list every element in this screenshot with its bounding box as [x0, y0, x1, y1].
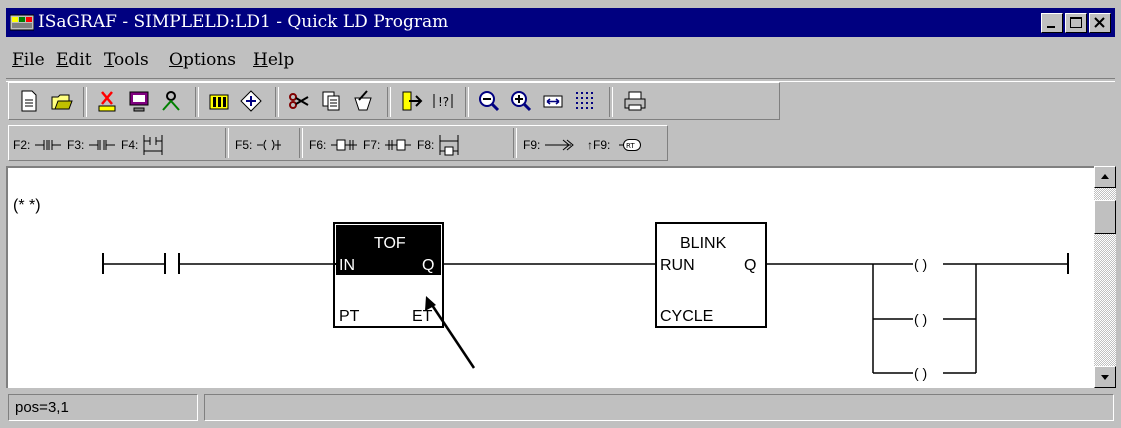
- copy-icon[interactable]: [317, 88, 345, 114]
- f2-contact-button[interactable]: F2:: [13, 129, 67, 157]
- close-icon: [1094, 17, 1105, 28]
- cut-icon[interactable]: [285, 88, 313, 114]
- contact-left-icon: [35, 140, 61, 150]
- block-left-icon: [331, 139, 357, 151]
- close-button[interactable]: [1089, 13, 1111, 33]
- new-document-icon[interactable]: [15, 88, 43, 114]
- f3-contact-button[interactable]: F3:: [67, 129, 121, 157]
- return-icon: RT: [619, 139, 641, 151]
- parallel-contact-icon: [143, 135, 163, 155]
- scroll-down-button[interactable]: [1094, 366, 1116, 388]
- blink-run-pin: RUN: [660, 257, 695, 274]
- svg-text:RT: RT: [626, 142, 635, 150]
- menu-edit[interactable]: Edit: [56, 50, 92, 70]
- message-status: [204, 394, 1114, 421]
- coil-1[interactable]: ( ): [873, 256, 976, 272]
- scroll-up-button[interactable]: [1094, 166, 1116, 188]
- contact-element[interactable]: [164, 253, 334, 274]
- maximize-button[interactable]: [1065, 13, 1087, 33]
- block-right-icon: [385, 139, 411, 151]
- tof-block-name: TOF: [374, 235, 406, 252]
- zoom-out-icon[interactable]: [475, 88, 503, 114]
- menu-file[interactable]: File: [12, 50, 45, 70]
- f8-parallel-block-button[interactable]: F8:: [417, 129, 467, 157]
- f9-jump-button[interactable]: F9:: [523, 129, 585, 157]
- jump-icon[interactable]: [397, 88, 425, 114]
- ld-diagram: (* *) TOF IN Q PT ET BLINK RUN Q CYCLE (…: [13, 197, 1069, 381]
- coil-3[interactable]: ( ): [873, 365, 976, 381]
- grid-icon[interactable]: [571, 88, 599, 114]
- search-person-icon[interactable]: [157, 88, 185, 114]
- window-title: ISaGRAF - SIMPLELD:LD1 - Quick LD Progra…: [38, 12, 449, 32]
- f4-parallel-contact-button[interactable]: F4:: [121, 129, 171, 157]
- menu-bar: File Edit Tools Options Help: [6, 42, 1115, 76]
- arrow-down-icon: [1101, 375, 1109, 380]
- blink-q-pin: Q: [744, 257, 756, 274]
- application-window: ISaGRAF - SIMPLELD:LD1 - Quick LD Progra…: [0, 0, 1121, 428]
- variables-icon[interactable]: [237, 88, 265, 114]
- shift-f9-return-button[interactable]: ↑F9: RT: [587, 129, 651, 157]
- coil-branches: [872, 253, 1069, 373]
- tof-q-pin: Q: [422, 257, 434, 274]
- comment-icon[interactable]: !?: [429, 88, 457, 114]
- tof-et-pin: ET: [412, 308, 433, 325]
- f7-block-button[interactable]: F7:: [363, 129, 417, 157]
- left-power-rail: [102, 253, 165, 274]
- vertical-scrollbar[interactable]: [1094, 166, 1116, 388]
- tof-function-block[interactable]: TOF IN Q PT ET: [333, 222, 444, 328]
- zoom-in-icon[interactable]: [507, 88, 535, 114]
- tof-pt-pin: PT: [339, 308, 360, 325]
- open-folder-icon[interactable]: [47, 88, 75, 114]
- svg-text:!?: !?: [438, 95, 449, 109]
- f6-block-button[interactable]: F6:: [309, 129, 363, 157]
- monitor-icon[interactable]: [125, 88, 153, 114]
- main-toolbar: !?: [8, 82, 780, 120]
- menu-help[interactable]: Help: [253, 50, 294, 70]
- resize-icon[interactable]: [539, 88, 567, 114]
- maximize-icon: [1070, 17, 1082, 28]
- minimize-icon: [1047, 26, 1055, 28]
- function-key-toolbar: F2: F3: F4: F5: F6: F7: F8: F9: ↑F9: RT: [8, 125, 668, 161]
- jump-arrow-icon: [545, 139, 574, 151]
- contact-right-icon: [89, 140, 115, 150]
- status-bar: pos=3,1: [6, 391, 1116, 424]
- blink-function-block[interactable]: BLINK RUN Q CYCLE: [655, 222, 767, 328]
- paste-icon[interactable]: [349, 88, 377, 114]
- tof-in-pin: IN: [339, 257, 355, 274]
- coil-2[interactable]: ( ): [873, 311, 976, 327]
- title-bar: ISaGRAF - SIMPLELD:LD1 - Quick LD Progra…: [6, 8, 1115, 37]
- arrow-up-icon: [1101, 174, 1109, 179]
- f5-coil-button[interactable]: F5:: [235, 129, 289, 157]
- scroll-thumb[interactable]: [1094, 200, 1116, 234]
- svg-text:( ): ( ): [914, 365, 927, 381]
- menu-options[interactable]: Options: [169, 50, 236, 70]
- coil-icon: [257, 139, 281, 151]
- print-icon[interactable]: [621, 88, 649, 114]
- blink-block-name: BLINK: [680, 235, 727, 252]
- minimize-button[interactable]: [1041, 13, 1063, 33]
- menu-tools[interactable]: Tools: [104, 50, 149, 70]
- svg-text:( ): ( ): [914, 256, 927, 272]
- parallel-block-icon: [439, 135, 459, 156]
- cut-program-icon[interactable]: [93, 88, 121, 114]
- annotation-arrow-icon: [425, 296, 476, 369]
- position-status: pos=3,1: [8, 394, 198, 421]
- svg-text:( ): ( ): [914, 311, 927, 327]
- blink-cycle-pin: CYCLE: [660, 308, 713, 325]
- isagraf-app-icon[interactable]: [10, 13, 34, 32]
- rung-comment[interactable]: (* *): [13, 197, 41, 214]
- dictionary-icon[interactable]: [205, 88, 233, 114]
- ld-diagram-canvas[interactable]: (* *) TOF IN Q PT ET BLINK RUN Q CYCLE (…: [6, 166, 1094, 388]
